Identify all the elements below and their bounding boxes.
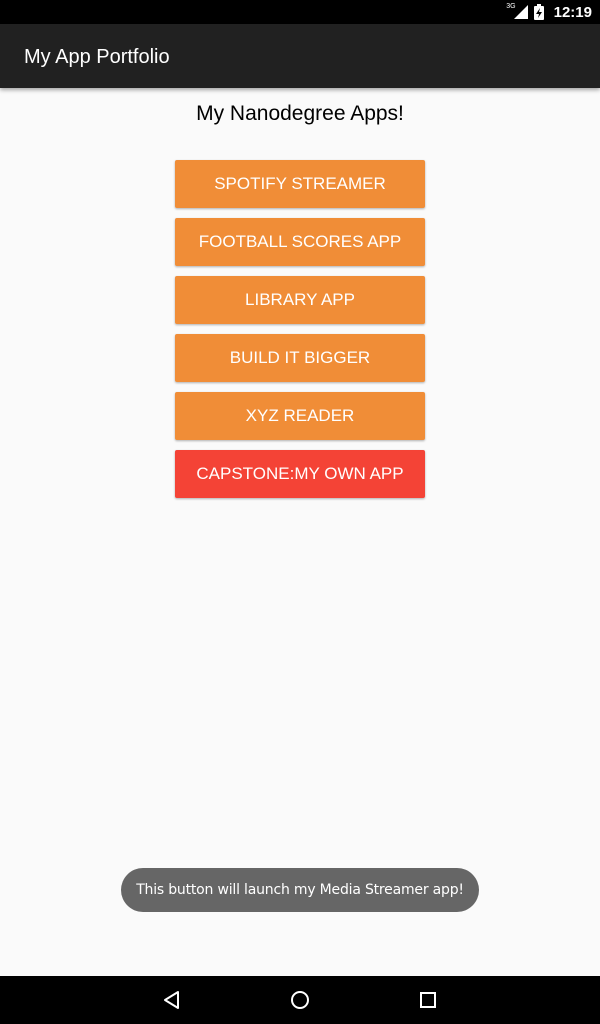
xyz-reader-button[interactable]: XYZ READER [175,392,425,440]
page-heading: My Nanodegree Apps! [196,102,404,125]
status-icons: 3G 12:19 [506,0,592,24]
toast-message: This button will launch my Media Streame… [121,868,479,912]
navigation-bar [0,976,600,1024]
status-bar: 3G 12:19 [0,0,600,24]
recents-icon[interactable] [396,976,460,1024]
status-clock: 12:19 [553,3,592,21]
football-scores-app-button[interactable]: FOOTBALL SCORES APP [175,218,425,266]
back-icon[interactable] [140,976,204,1024]
app-title: My App Portfolio [24,46,170,68]
home-icon[interactable] [268,976,332,1024]
build-it-bigger-button[interactable]: BUILD IT BIGGER [175,334,425,382]
capstone-my-own-app-button[interactable]: CAPSTONE:MY OWN APP [175,450,425,498]
battery-charging-icon [533,4,544,20]
network-type-label: 3G [506,2,516,10]
app-bar: My App Portfolio [0,24,600,88]
cell-signal-icon [513,5,528,19]
app-buttons-list: SPOTIFY STREAMER FOOTBALL SCORES APP LIB… [175,160,425,508]
spotify-streamer-button[interactable]: SPOTIFY STREAMER [175,160,425,208]
library-app-button[interactable]: LIBRARY APP [175,276,425,324]
